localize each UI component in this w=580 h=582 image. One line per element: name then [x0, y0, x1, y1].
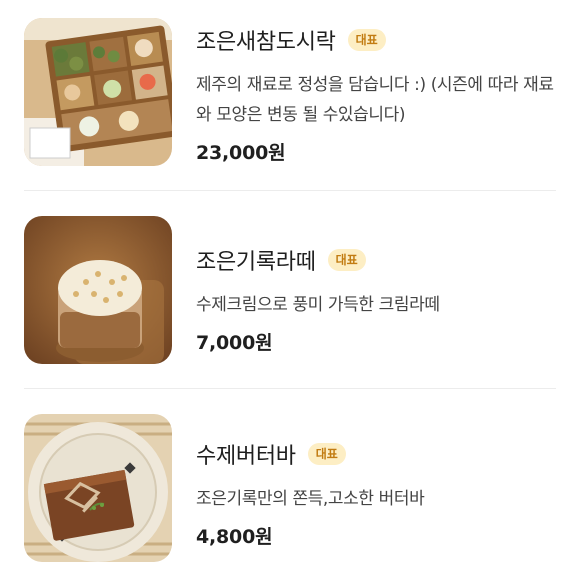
menu-item-latte[interactable]: 조은기록라떼 대표 수제크림으로 풍미 가득한 크림라떼 7,000원: [0, 194, 580, 384]
item-title[interactable]: 수제버터바: [196, 438, 296, 470]
item-title[interactable]: 조은기록라떼: [196, 244, 316, 276]
title-row: 수제버터바 대표: [196, 434, 556, 474]
item-info: 조은기록라떼 대표 수제크림으로 풍미 가득한 크림라떼 7,000원: [196, 240, 556, 355]
butterbar-image: [24, 414, 172, 562]
lunchbox-image: [24, 18, 172, 166]
lunchbox-photo[interactable]: [24, 18, 172, 166]
representative-badge: 대표: [347, 29, 386, 51]
item-info: 조은새참도시락 대표 제주의 재료로 정성을 담습니다 :) (시즌에 따라 재…: [196, 20, 556, 165]
menu-item-butterbar[interactable]: 수제버터바 대표 조은기록만의 쫀득,고소한 버터바 4,800원: [0, 392, 580, 582]
representative-badge: 대표: [327, 249, 366, 271]
representative-badge: 대표: [307, 443, 346, 465]
latte-photo[interactable]: [24, 216, 172, 364]
item-description: 제주의 재료로 정성을 담습니다 :) (시즌에 따라 재료와 모양은 변동 될…: [196, 75, 554, 125]
divider: [24, 190, 556, 191]
item-price: 23,000원: [196, 142, 286, 164]
item-title[interactable]: 조은새참도시락: [196, 24, 336, 56]
menu-list: 조은새참도시락 대표 제주의 재료로 정성을 담습니다 :) (시즌에 따라 재…: [0, 0, 580, 579]
latte-image: [24, 216, 172, 364]
item-description: 수제크림으로 풍미 가득한 크림라떼: [196, 295, 440, 315]
title-row: 조은새참도시락 대표: [196, 20, 556, 60]
item-info: 수제버터바 대표 조은기록만의 쫀득,고소한 버터바 4,800원: [196, 434, 556, 549]
title-row: 조은기록라떼 대표: [196, 240, 556, 280]
menu-item-lunchbox[interactable]: 조은새참도시락 대표 제주의 재료로 정성을 담습니다 :) (시즌에 따라 재…: [0, 0, 580, 190]
item-price: 4,800원: [196, 526, 273, 548]
divider: [24, 388, 556, 389]
item-price: 7,000원: [196, 332, 273, 354]
butterbar-photo[interactable]: [24, 414, 172, 562]
item-description: 조은기록만의 쫀득,고소한 버터바: [196, 489, 425, 509]
